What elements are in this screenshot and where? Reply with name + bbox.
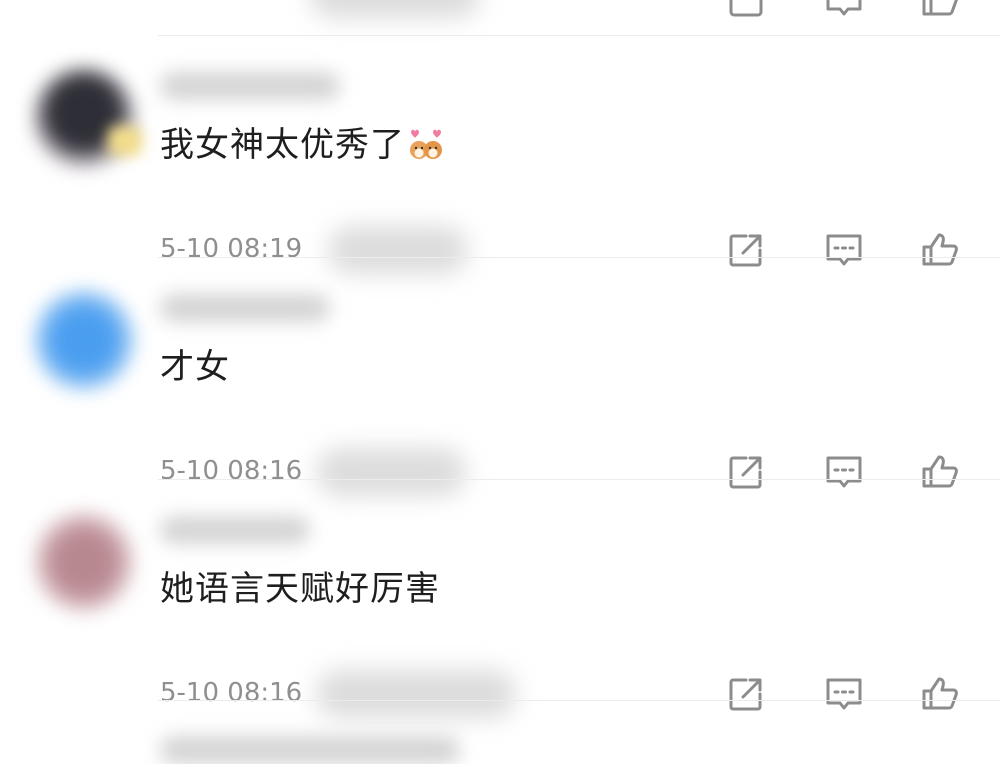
blurred-meta xyxy=(310,0,480,18)
comment-icon xyxy=(826,0,862,16)
comment-icon xyxy=(826,678,862,710)
avatar[interactable] xyxy=(34,512,134,612)
share-button[interactable] xyxy=(722,670,770,718)
share-icon xyxy=(729,0,763,17)
comment-text: 她语言天赋好厉害 xyxy=(160,569,440,609)
reply-button[interactable] xyxy=(820,0,868,24)
username-blurred[interactable] xyxy=(160,294,330,322)
thumbs-up-icon xyxy=(922,0,958,16)
username-blurred[interactable] xyxy=(160,516,310,544)
comment-text-content: 她语言天赋好厉害 xyxy=(160,569,440,609)
comment-item: 我女神太优秀了 5-10 08:19 xyxy=(0,36,1000,274)
share-button[interactable] xyxy=(722,0,770,24)
divider xyxy=(158,700,1000,701)
comment-feed: 我女神太优秀了 5-10 08:19 才女 5-10 08:16 她语言天赋好厉… xyxy=(0,0,1000,764)
username-blurred[interactable] xyxy=(160,72,340,100)
comment-text: 我女神太优秀了 xyxy=(160,125,445,165)
like-button[interactable] xyxy=(916,0,964,24)
username-blurred[interactable] xyxy=(160,736,460,764)
reply-button[interactable] xyxy=(820,670,868,718)
comment-item: 她语言天赋好厉害 5-10 08:16 xyxy=(0,480,1000,718)
avatar-badge xyxy=(108,126,142,156)
comment-item: 才女 5-10 08:16 xyxy=(0,258,1000,496)
comment-text: 才女 xyxy=(160,347,230,387)
avatar[interactable] xyxy=(34,290,134,390)
previous-comment-actions xyxy=(0,0,1000,36)
comment-text-content: 才女 xyxy=(160,347,230,387)
comment-time: 5-10 08:16 xyxy=(160,678,303,708)
blurred-location xyxy=(316,670,516,718)
like-button[interactable] xyxy=(916,670,964,718)
shiba-dog-hearts-emoji xyxy=(410,129,442,159)
thumbs-up-icon xyxy=(922,677,958,710)
share-icon xyxy=(729,678,762,711)
comment-text-content: 我女神太优秀了 xyxy=(160,125,405,165)
